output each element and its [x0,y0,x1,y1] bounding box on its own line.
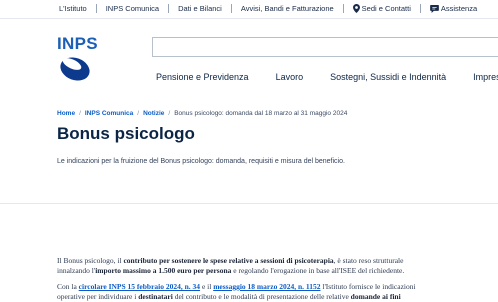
paragraph-line: Con la circolare INPS 15 febbraio 2024, … [57,282,497,292]
text: innalzando l' [57,266,96,275]
topnav-assistenza-label: Assistenza [440,4,478,13]
paragraph-line: innalzando l'importo massimo a 1.500 eur… [57,266,497,276]
inps-logo[interactable]: INPS [57,34,98,82]
breadcrumb-separator: / [79,110,81,117]
breadcrumb-separator: / [137,110,140,117]
topnav-dati-bilanci[interactable]: Dati e Bilanci [178,4,222,13]
main-nav: Pensione e Previdenza Lavoro Sostegni, S… [156,72,498,82]
top-utility-bar: L'Istituto INPS Comunica Dati e Bilanci … [0,0,498,19]
separator [230,4,232,13]
article-paragraph-1: Il Bonus psicologo, il contributo per so… [57,256,497,276]
text: e regolando l'erogazione in base all'ISE… [231,266,405,275]
text: Con la [57,282,79,291]
topnav-inps-comunica[interactable]: INPS Comunica [106,4,159,13]
topnav-assistenza[interactable]: Assistenza [430,4,477,13]
breadcrumb-current: Bonus psicologo: domanda dal 18 marzo al… [174,110,348,117]
breadcrumb: Home / INPS Comunica / Notizie / Bonus p… [57,110,347,117]
paragraph-line: operative per individuare i destinatari … [57,292,497,302]
map-pin-icon [352,4,360,13]
article-paragraph-2: Con la circolare INPS 15 febbraio 2024, … [57,282,497,302]
circolare-link[interactable]: circolare INPS 15 febbraio 2024, n. 34 [79,282,200,291]
page-subtitle: Le indicazioni per la fruizione del Bonu… [57,158,345,165]
text: e il [200,282,214,291]
separator [419,4,421,13]
logo-emblem-icon [60,57,90,81]
separator [95,4,97,13]
breadcrumb-inps-comunica[interactable]: INPS Comunica [85,110,133,117]
bold-text: importo massimo a 1.500 euro per persona [95,266,232,275]
nav-imprese[interactable]: Imprese e L [473,72,498,82]
separator [342,4,344,13]
nav-lavoro[interactable]: Lavoro [276,72,304,82]
breadcrumb-notizie[interactable]: Notizie [143,110,164,117]
text: Il Bonus psicologo, il [57,256,124,265]
divider [0,203,498,204]
top-nav: L'Istituto INPS Comunica Dati e Bilanci … [59,4,486,13]
topnav-avvisi-bandi[interactable]: Avvisi, Bandi e Fatturazione [241,4,334,13]
text: l'Istituto fornisce le indicazioni [320,282,416,291]
chat-icon [430,4,439,13]
search-input[interactable] [152,37,498,57]
logo-text: INPS [57,34,98,53]
text: , è stato reso strutturale [333,256,404,265]
nav-pensione-previdenza[interactable]: Pensione e Previdenza [156,72,249,82]
breadcrumb-separator: / [168,110,171,117]
topnav-sedi-label: Sedi e Contatti [361,4,411,13]
messaggio-link[interactable]: messaggio 18 marzo 2024, n. 1152 [213,282,320,291]
nav-sostegni-sussidi[interactable]: Sostegni, Sussidi e Indennità [330,72,446,82]
topnav-istituto[interactable]: L'Istituto [59,4,87,13]
paragraph-line: Il Bonus psicologo, il contributo per so… [57,256,497,266]
bold-text: contributo per sostenere le spese relati… [123,256,334,265]
page-title: Bonus psicologo [57,124,195,143]
breadcrumb-home[interactable]: Home [57,110,75,117]
topnav-sedi-contatti[interactable]: Sedi e Contatti [352,4,411,13]
separator [168,4,170,13]
